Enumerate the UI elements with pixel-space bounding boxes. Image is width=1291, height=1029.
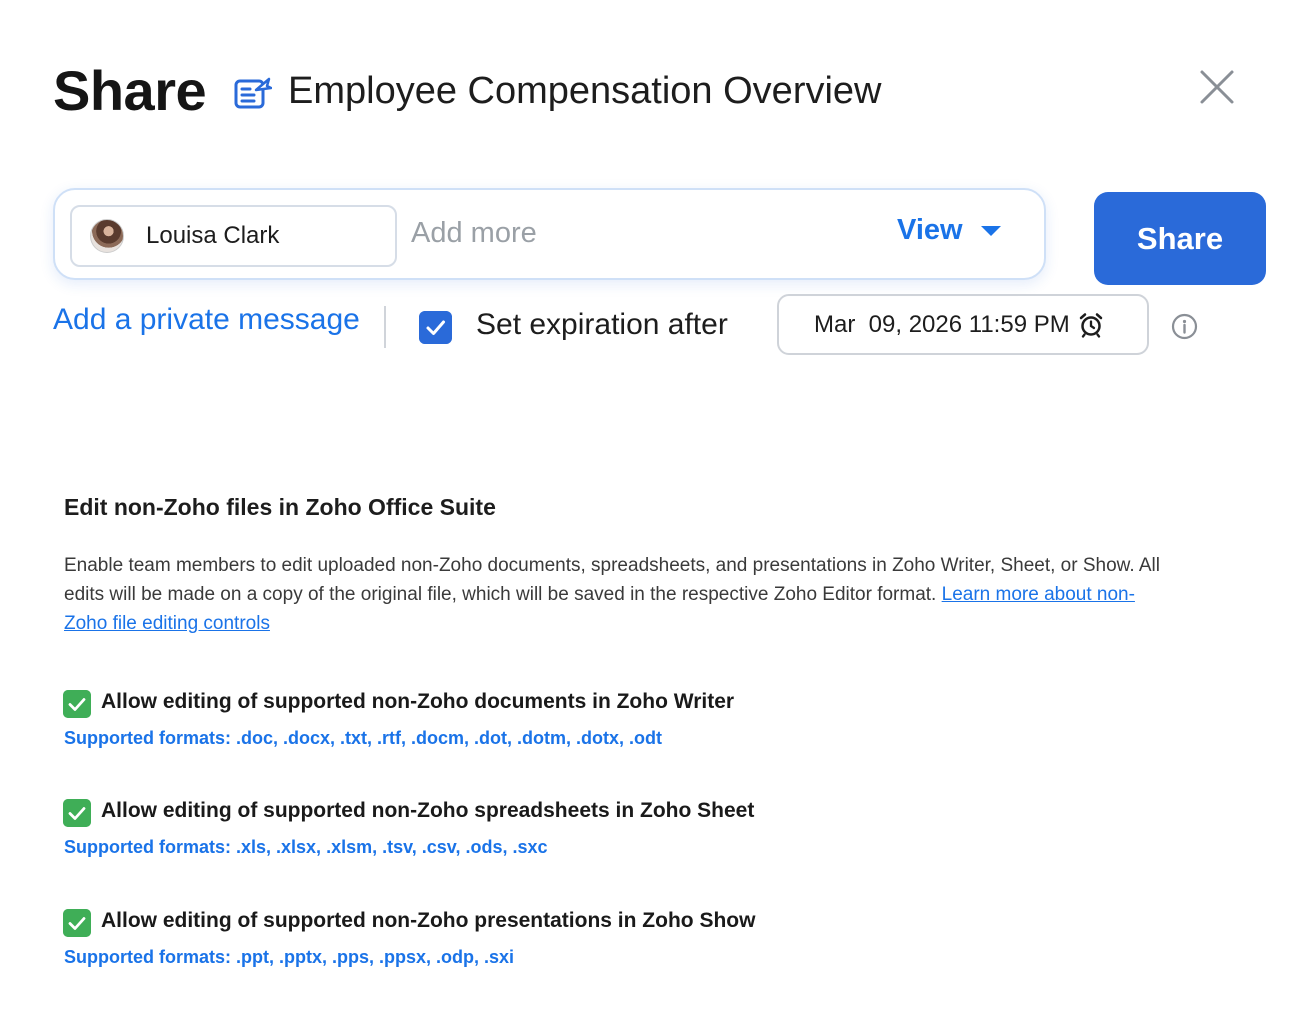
dialog-title: Share — [53, 59, 207, 122]
document-icon — [234, 77, 272, 109]
alarm-clock-icon — [1079, 312, 1102, 338]
document-name: Employee Compensation Overview — [288, 70, 882, 112]
info-icon[interactable] — [1171, 313, 1198, 340]
recipient-input-box[interactable]: Louisa Clark View — [53, 188, 1046, 280]
section-title: Edit non-Zoho files in Zoho Office Suite — [64, 494, 496, 520]
sheet-option-label: Allow editing of supported non-Zoho spre… — [101, 799, 755, 822]
add-private-message-link[interactable]: Add a private message — [53, 303, 360, 337]
show-supported-formats: Supported formats: .ppt, .pptx, .pps, .p… — [64, 947, 515, 967]
close-icon[interactable] — [1196, 66, 1238, 108]
sheet-supported-formats: Supported formats: .xls, .xlsx, .xlsm, .… — [64, 837, 548, 857]
recipient-name: Louisa Clark — [146, 222, 280, 249]
divider — [384, 306, 386, 348]
expiration-date-value: Mar 09, 2026 11:59 PM — [814, 310, 1070, 338]
recipient-chip[interactable]: Louisa Clark — [70, 205, 397, 267]
avatar — [90, 219, 124, 253]
expiration-label: Set expiration after — [476, 308, 728, 341]
show-checkbox[interactable] — [63, 909, 91, 937]
chevron-down-icon — [980, 225, 1001, 236]
add-more-input[interactable] — [411, 217, 831, 250]
permission-dropdown[interactable]: View — [897, 214, 1001, 247]
expiration-checkbox[interactable] — [419, 311, 452, 344]
writer-supported-formats: Supported formats: .doc, .docx, .txt, .r… — [64, 728, 662, 748]
show-option-label: Allow editing of supported non-Zoho pres… — [101, 909, 756, 932]
expiration-date-picker[interactable]: Mar 09, 2026 11:59 PM — [777, 294, 1149, 355]
writer-option-label: Allow editing of supported non-Zoho docu… — [101, 690, 735, 713]
section-description: Enable team members to edit uploaded non… — [64, 551, 1164, 638]
share-button[interactable]: Share — [1094, 192, 1266, 285]
writer-checkbox[interactable] — [63, 690, 91, 718]
permission-label: View — [897, 214, 963, 246]
sheet-checkbox[interactable] — [63, 799, 91, 827]
